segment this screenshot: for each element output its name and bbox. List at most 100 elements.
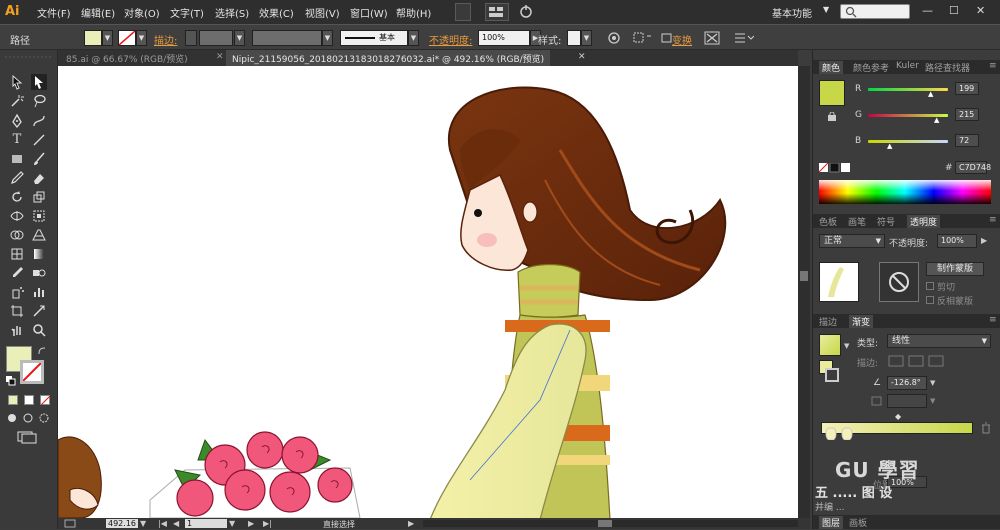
tab-brushes[interactable]: 画笔: [848, 215, 866, 228]
stroke-color-box[interactable]: [20, 360, 44, 384]
vertical-scrollbar[interactable]: [798, 66, 810, 518]
channel-r-input[interactable]: 199: [955, 82, 979, 95]
clip-checkbox[interactable]: [926, 282, 934, 290]
artboard-number-input[interactable]: 1: [185, 519, 227, 528]
variable-width-profile[interactable]: [252, 30, 322, 46]
color-spectrum[interactable]: [819, 180, 991, 204]
scroll-thumb[interactable]: [598, 520, 612, 527]
line-segment-tool-icon[interactable]: [31, 132, 47, 148]
minimize-icon[interactable]: —: [922, 4, 933, 17]
direct-selection-tool-icon[interactable]: [31, 74, 47, 90]
tab-nipic-ai[interactable]: Nipic_21159056_20180213183018276032.ai* …: [226, 50, 551, 66]
invert-mask-checkbox[interactable]: [926, 296, 934, 304]
aspect-dropdown-icon[interactable]: ▼: [930, 397, 935, 405]
close-active-tab-icon[interactable]: ✕: [578, 52, 586, 62]
channel-b-input[interactable]: 72: [955, 134, 979, 147]
close-tab-icon[interactable]: ✕: [216, 52, 224, 62]
eraser-tool-icon[interactable]: [31, 170, 47, 186]
menu-type[interactable]: 文字(T): [170, 5, 204, 20]
gpu-icon[interactable]: [518, 3, 536, 21]
stroke-weight-input[interactable]: [199, 30, 233, 46]
graphic-style-swatch[interactable]: [567, 30, 581, 46]
panel-menu-icon[interactable]: ≡: [989, 215, 997, 225]
zoom-dropdown-icon[interactable]: ▼: [140, 519, 146, 528]
menu-select[interactable]: 选择(S): [215, 5, 249, 20]
aspect-ratio-input[interactable]: [887, 394, 927, 408]
panel-menu-icon[interactable]: [732, 31, 754, 45]
chevron-down-icon[interactable]: ▼: [823, 5, 829, 14]
mesh-tool-icon[interactable]: [9, 246, 25, 262]
gradient-mode-button[interactable]: [24, 395, 34, 405]
stroke-weight-stepper[interactable]: [185, 30, 197, 46]
channel-r-thumb[interactable]: ▲: [928, 90, 933, 98]
previous-artboard-icon[interactable]: ◀: [173, 519, 179, 528]
tab-symbols[interactable]: 符号: [877, 215, 895, 228]
tab-gradient[interactable]: 渐变: [849, 315, 874, 328]
tab-pathfinder[interactable]: 路径查找器: [925, 61, 970, 74]
horizontal-scrollbar[interactable]: [423, 520, 798, 527]
brush-definition[interactable]: 基本: [340, 30, 408, 46]
gradient-thumbnail-dropdown[interactable]: ▼: [844, 342, 849, 350]
menu-window[interactable]: 窗口(W): [350, 5, 388, 20]
variable-width-dropdown[interactable]: ▼: [322, 30, 333, 46]
brush-dropdown[interactable]: ▼: [408, 30, 419, 46]
color-fill-swatch[interactable]: [819, 80, 845, 106]
artboard-dropdown-icon[interactable]: ▼: [229, 519, 235, 528]
opacity-slider-icon[interactable]: ▶: [981, 236, 987, 245]
screen-mode-icon[interactable]: [16, 430, 40, 444]
gradient-angle-input[interactable]: -126.8°: [887, 376, 927, 390]
opacity-label[interactable]: 不透明度:: [429, 32, 472, 47]
blend-tool-icon[interactable]: [31, 265, 47, 281]
pencil-tool-icon[interactable]: [9, 170, 25, 186]
channel-g-thumb[interactable]: ▲: [934, 116, 939, 124]
curvature-tool-icon[interactable]: [31, 113, 47, 129]
channel-g-input[interactable]: 215: [955, 108, 979, 121]
type-tool-icon[interactable]: T: [9, 132, 25, 148]
gradient-type-select[interactable]: 线性 ▼: [887, 334, 991, 348]
gradient-thumbnail[interactable]: [819, 334, 841, 356]
lasso-icon[interactable]: [31, 93, 47, 109]
stroke-swatch[interactable]: [118, 30, 136, 46]
transparency-opacity-input[interactable]: 100%: [937, 234, 977, 248]
zoom-input[interactable]: 492.16: [106, 519, 138, 528]
channel-b-slider[interactable]: [868, 140, 948, 143]
next-artboard-icon[interactable]: ▶: [248, 519, 254, 528]
blend-mode-select[interactable]: 正常 ▼: [819, 234, 885, 248]
panel-menu-icon[interactable]: ≡: [989, 315, 997, 325]
artboard-tool-icon[interactable]: [9, 303, 25, 319]
tab-color-guide[interactable]: 颜色参考: [853, 61, 889, 74]
isolate-object-icon[interactable]: [704, 31, 720, 45]
panel-menu-icon[interactable]: ≡: [989, 61, 997, 71]
paintbrush-tool-icon[interactable]: [31, 151, 47, 167]
channel-b-thumb[interactable]: ▲: [887, 142, 892, 150]
midpoint-diamond-icon[interactable]: ◆: [895, 412, 901, 421]
tab-artboards[interactable]: 画板: [849, 516, 867, 529]
zoom-tool-icon[interactable]: [31, 322, 47, 338]
tab-swatches[interactable]: 色板: [819, 215, 837, 228]
arrange-documents-button[interactable]: [485, 3, 509, 21]
recolor-artwork-icon[interactable]: [606, 31, 622, 45]
hand-tool-icon[interactable]: [9, 322, 25, 338]
pen-tool-icon[interactable]: [9, 113, 25, 129]
scroll-thumb[interactable]: [800, 271, 808, 281]
swap-fill-stroke-icon[interactable]: [37, 346, 47, 356]
fill-swatch[interactable]: [84, 30, 102, 46]
maximize-icon[interactable]: ☐: [949, 4, 959, 17]
stroke-weight-label[interactable]: 描边:: [154, 32, 177, 47]
free-transform-tool-icon[interactable]: [31, 208, 47, 224]
rectangle-tool-icon[interactable]: [9, 151, 25, 167]
tab-transparency[interactable]: 透明度: [907, 215, 941, 228]
stroke-indicator[interactable]: [825, 368, 839, 382]
none-mode-button[interactable]: [40, 395, 50, 405]
none-black-white-icon[interactable]: [819, 163, 851, 173]
menu-file[interactable]: 文件(F): [37, 5, 71, 20]
last-artboard-icon[interactable]: ▶|: [263, 519, 272, 528]
trash-icon[interactable]: [980, 422, 992, 434]
selection-tool-icon[interactable]: [9, 74, 25, 90]
angle-dropdown-icon[interactable]: ▼: [930, 379, 935, 387]
first-artboard-icon[interactable]: |◀: [158, 519, 167, 528]
column-graph-tool-icon[interactable]: [31, 284, 47, 300]
fill-dropdown[interactable]: ▼: [102, 30, 113, 46]
hex-input[interactable]: C7D748: [955, 161, 991, 174]
tab-stroke[interactable]: 描边: [819, 315, 837, 328]
